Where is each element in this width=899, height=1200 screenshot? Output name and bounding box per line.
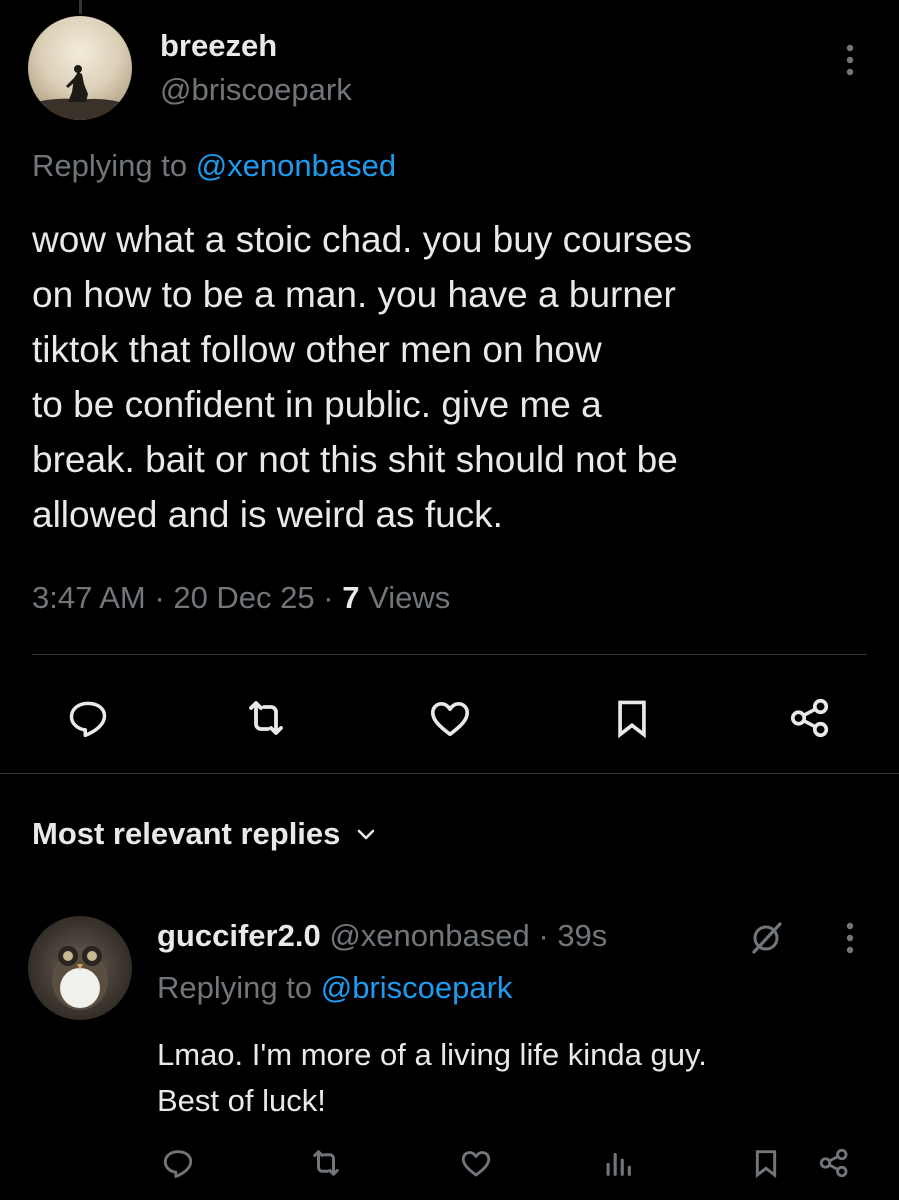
author-name[interactable]: breezeh (160, 28, 277, 64)
reply-more-vertical-icon[interactable] (836, 918, 864, 963)
tweet-time[interactable]: 3:47 AM (32, 580, 146, 615)
thread-line (79, 0, 82, 14)
heart-icon (461, 1151, 491, 1177)
reply-button[interactable] (60, 690, 116, 746)
sort-label: Most relevant replies (32, 816, 341, 851)
replying-prefix: Replying to (32, 148, 196, 183)
bookmark-icon (618, 700, 646, 739)
chevron-down-icon (358, 829, 375, 840)
reply-header: guccifer2.0 @xenonbased · 39s (157, 918, 607, 954)
avatar-owl-image (52, 946, 108, 1010)
reply-like-button[interactable] (456, 1143, 496, 1183)
bookmark-button[interactable] (604, 690, 660, 746)
sort-replies-button[interactable]: Most relevant replies (32, 816, 378, 852)
reply-icon (163, 1150, 193, 1178)
author-handle[interactable]: @briscoepark (160, 72, 352, 108)
views-label: Views (368, 580, 451, 615)
reply-replying-to-link[interactable]: @briscoepark (321, 970, 513, 1005)
reply-separator: · (538, 918, 549, 953)
reply-replying-to-line: Replying to @briscoepark (157, 970, 512, 1006)
reply-author-name[interactable]: guccifer2.0 (157, 918, 321, 953)
grok-button[interactable] (744, 920, 788, 961)
reply-bookmark-button[interactable] (746, 1143, 786, 1183)
heart-icon (430, 701, 470, 737)
reply-reply-button[interactable] (158, 1143, 198, 1183)
meta-separator: · (323, 580, 334, 615)
retweet-icon (249, 701, 283, 735)
reply-age[interactable]: 39s (557, 918, 607, 953)
bookmark-icon (755, 1150, 777, 1178)
reply-author-handle[interactable]: @xenonbased (329, 918, 529, 953)
tweet-meta: 3:47 AM · 20 Dec 25 · 7 Views (32, 580, 450, 616)
tweet-text: wow what a stoic chad. you buy courses o… (32, 219, 693, 535)
share-icon (790, 698, 829, 738)
reply-icon (69, 701, 107, 738)
reply-share-button[interactable] (814, 1143, 854, 1183)
reply-views-button[interactable] (598, 1143, 638, 1183)
divider (32, 654, 867, 655)
views-icon (606, 1152, 631, 1176)
author-avatar[interactable] (28, 16, 132, 120)
share-button[interactable] (782, 690, 838, 746)
grok-icon (752, 922, 782, 954)
reply-retweet-button[interactable] (306, 1143, 346, 1183)
meta-separator: · (154, 580, 165, 615)
replying-to-link[interactable]: @xenonbased (196, 148, 396, 183)
reply-text: Lmao. I'm more of a living life kinda gu… (157, 1037, 707, 1118)
tweet-date[interactable]: 20 Dec 25 (173, 580, 314, 615)
section-divider (0, 773, 899, 774)
like-button[interactable] (422, 690, 478, 746)
reply-replying-prefix: Replying to (157, 970, 321, 1005)
reply-author-avatar[interactable] (28, 916, 132, 1020)
retweet-icon (313, 1150, 339, 1176)
replying-to-line: Replying to @xenonbased (32, 148, 396, 184)
views-count: 7 (342, 580, 360, 615)
retweet-button[interactable] (238, 690, 294, 746)
more-vertical-icon[interactable] (836, 40, 864, 85)
share-icon (819, 1148, 848, 1178)
avatar-figure-image (28, 65, 132, 120)
